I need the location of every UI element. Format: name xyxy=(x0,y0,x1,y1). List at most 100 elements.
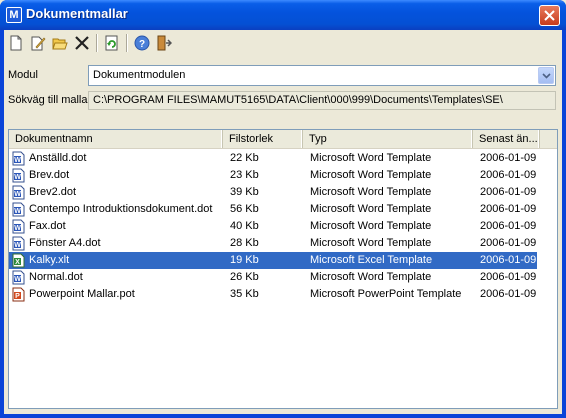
word-file-icon: W xyxy=(12,185,26,200)
window-title: Dokumentmallar xyxy=(26,6,128,21)
cell-modified: 2006-01-09 xyxy=(480,288,537,300)
word-file-icon: W xyxy=(12,219,26,234)
open-folder-icon xyxy=(52,38,68,50)
table-row[interactable]: W Anställd.dot 22 Kb Microsoft Word Templat… xyxy=(9,150,537,167)
column-header-type[interactable]: Typ xyxy=(303,130,473,148)
cell-name: Anställd.dot xyxy=(29,152,87,164)
close-icon xyxy=(544,10,555,21)
cell-type: Microsoft Word Template xyxy=(310,169,432,181)
cell-size: 40 Kb xyxy=(230,220,259,232)
cell-modified: 2006-01-09 xyxy=(480,220,537,232)
cell-modified: 2006-01-09 xyxy=(480,237,537,249)
cell-modified: 2006-01-09 xyxy=(480,169,537,181)
table-row[interactable]: W Brev.dot 23 Kb Microsoft Word Template 200… xyxy=(9,167,537,184)
help-button[interactable]: ? xyxy=(132,33,152,53)
close-button[interactable] xyxy=(539,5,560,26)
exit-icon xyxy=(157,35,172,51)
cell-type: Microsoft Word Template xyxy=(310,237,432,249)
chevron-down-icon xyxy=(542,73,551,79)
open-folder-button[interactable] xyxy=(50,33,70,53)
cell-name: Contempo Introduktionsdokument.dot xyxy=(29,203,213,215)
cell-name: Kalky.xlt xyxy=(29,254,70,266)
cell-size: 22 Kb xyxy=(230,152,259,164)
cell-type: Microsoft Word Template xyxy=(310,152,432,164)
module-select-value: Dokumentmodulen xyxy=(93,69,186,81)
word-file-icon: W xyxy=(12,270,26,285)
template-list[interactable]: Dokumentnamn Filstorlek Typ Senast än...… xyxy=(8,129,558,409)
edit-document-icon xyxy=(31,36,46,51)
cell-size: 26 Kb xyxy=(230,271,259,283)
exit-button[interactable] xyxy=(154,33,174,53)
table-row[interactable]: W Contempo Introduktionsdokument.dot 56 Kb… xyxy=(9,201,537,218)
cell-size: 35 Kb xyxy=(230,288,259,300)
table-row[interactable]: W Fönster A4.dot 28 Kb Microsoft Word Templ… xyxy=(9,235,537,252)
cell-name: Powerpoint Mallar.pot xyxy=(29,288,135,300)
path-label: Sökväg till mallar xyxy=(8,94,92,106)
table-row[interactable]: P Powerpoint Mallar.pot 35 Kb Microsoft Pow… xyxy=(9,286,537,303)
table-row[interactable]: W Fax.dot 40 Kb Microsoft Word Template 2006… xyxy=(9,218,537,235)
cell-modified: 2006-01-09 xyxy=(480,186,537,198)
table-row[interactable]: W Brev2.dot 39 Kb Microsoft Word Template 20… xyxy=(9,184,537,201)
word-file-icon: W xyxy=(12,168,26,183)
edit-document-button[interactable] xyxy=(28,33,48,53)
cell-type: Microsoft Word Template xyxy=(310,186,432,198)
column-header-name[interactable]: Dokumentnamn xyxy=(9,130,223,148)
cell-modified: 2006-01-09 xyxy=(480,254,537,266)
path-field: C:\PROGRAM FILES\MAMUT5165\DATA\Client\0… xyxy=(88,91,556,110)
excel-file-icon: X xyxy=(12,253,26,268)
column-header-size[interactable]: Filstorlek xyxy=(223,130,303,148)
svg-text:W: W xyxy=(14,225,21,232)
app-icon: M xyxy=(6,7,22,23)
title-bar[interactable]: M Dokumentmallar xyxy=(0,0,566,30)
svg-text:?: ? xyxy=(139,39,145,50)
cell-name: Brev.dot xyxy=(29,169,70,181)
toolbar-separator xyxy=(126,34,128,52)
svg-text:W: W xyxy=(14,242,21,249)
module-label: Modul xyxy=(8,69,38,81)
svg-text:P: P xyxy=(15,293,20,300)
cell-size: 28 Kb xyxy=(230,237,259,249)
cell-modified: 2006-01-09 xyxy=(480,203,537,215)
svg-text:X: X xyxy=(15,259,20,266)
word-file-icon: W xyxy=(12,151,26,166)
cell-type: Microsoft Word Template xyxy=(310,220,432,232)
svg-text:W: W xyxy=(14,191,21,198)
svg-text:W: W xyxy=(14,276,21,283)
cell-modified: 2006-01-09 xyxy=(480,271,537,283)
cell-modified: 2006-01-09 xyxy=(480,152,537,164)
cell-type: Microsoft Word Template xyxy=(310,203,432,215)
dialog-window: M Dokumentmallar ? Modul Dokumentmodulen… xyxy=(0,0,566,418)
delete-button[interactable] xyxy=(72,33,92,53)
cell-type: Microsoft Excel Template xyxy=(310,254,433,266)
new-document-button[interactable] xyxy=(6,33,26,53)
cell-size: 19 Kb xyxy=(230,254,259,266)
cell-name: Brev2.dot xyxy=(29,186,77,198)
cell-size: 56 Kb xyxy=(230,203,259,215)
cell-name: Fönster A4.dot xyxy=(29,237,101,249)
dialog-body: ? Modul Dokumentmodulen Sökväg till mall… xyxy=(4,30,562,414)
word-file-icon: W xyxy=(12,202,26,217)
module-dropdown-button[interactable] xyxy=(538,67,554,84)
list-header: Dokumentnamn Filstorlek Typ Senast än... xyxy=(9,130,557,149)
refresh-button[interactable] xyxy=(102,33,122,53)
delete-icon xyxy=(75,36,89,50)
module-select[interactable]: Dokumentmodulen xyxy=(88,65,556,86)
word-file-icon: W xyxy=(12,236,26,251)
table-row[interactable]: W Normal.dot 26 Kb Microsoft Word Template 2… xyxy=(9,269,537,286)
column-header-modified[interactable]: Senast än... xyxy=(473,130,540,148)
toolbar-separator xyxy=(96,34,98,52)
powerpoint-file-icon: P xyxy=(12,287,26,302)
cell-type: Microsoft PowerPoint Template xyxy=(310,288,462,300)
cell-type: Microsoft Word Template xyxy=(310,271,432,283)
table-row[interactable]: X Kalky.xlt 19 Kb Microsoft Excel Template 2… xyxy=(9,252,537,269)
help-icon: ? xyxy=(134,35,150,51)
svg-text:W: W xyxy=(14,208,21,215)
cell-size: 39 Kb xyxy=(230,186,259,198)
cell-size: 23 Kb xyxy=(230,169,259,181)
cell-name: Fax.dot xyxy=(29,220,66,232)
path-value: C:\PROGRAM FILES\MAMUT5165\DATA\Client\0… xyxy=(93,94,503,106)
svg-text:W: W xyxy=(14,174,21,181)
new-document-icon xyxy=(10,35,22,51)
svg-text:W: W xyxy=(14,157,21,164)
refresh-icon xyxy=(105,35,118,51)
